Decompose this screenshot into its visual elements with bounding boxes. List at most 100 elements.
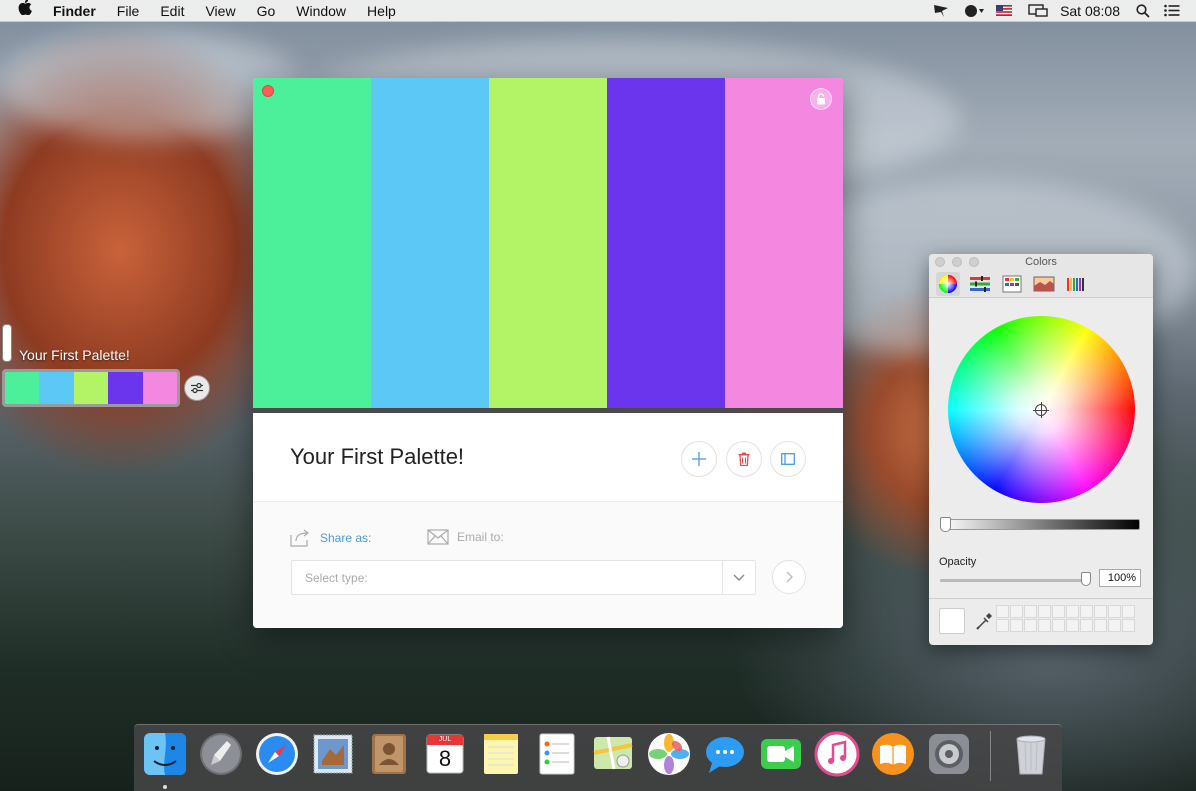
- safari-icon[interactable]: [254, 731, 300, 777]
- empty-swatch[interactable]: [1094, 619, 1107, 632]
- menu-help[interactable]: Help: [367, 3, 396, 19]
- sliders-icon: [191, 382, 203, 394]
- empty-swatch[interactable]: [1010, 605, 1023, 618]
- select-divider: [722, 561, 723, 594]
- opacity-slider-knob[interactable]: [1081, 572, 1091, 586]
- eyedropper-icon[interactable]: [975, 611, 993, 631]
- notes-icon[interactable]: [478, 731, 524, 777]
- sidebar-swatch-3[interactable]: [73, 372, 109, 404]
- ibooks-icon[interactable]: [870, 731, 916, 777]
- palette-app-status-icon[interactable]: [932, 4, 950, 18]
- itunes-icon[interactable]: [814, 731, 860, 777]
- color-wheel-tab[interactable]: [936, 272, 960, 296]
- add-color-button[interactable]: [681, 441, 717, 477]
- menu-view[interactable]: View: [205, 3, 235, 19]
- palette-swatch-3[interactable]: [489, 78, 607, 408]
- menu-app-name[interactable]: Finder: [53, 3, 96, 19]
- spotlight-search-icon[interactable]: [1136, 4, 1150, 18]
- palette-swatch-4[interactable]: [607, 78, 725, 408]
- sidebar-swatch-1[interactable]: [5, 372, 40, 404]
- messages-icon[interactable]: [702, 731, 748, 777]
- system-preferences-icon[interactable]: [926, 731, 972, 777]
- empty-swatch[interactable]: [1024, 619, 1037, 632]
- sidebar-palette-strip[interactable]: [2, 369, 180, 407]
- empty-swatch[interactable]: [1010, 619, 1023, 632]
- trash-can-icon[interactable]: [1008, 731, 1054, 777]
- empty-swatch[interactable]: [1052, 605, 1065, 618]
- color-wheel-icon: [939, 275, 957, 293]
- pencils-tab[interactable]: [1064, 272, 1088, 296]
- email-to-option[interactable]: Email to:: [427, 529, 504, 545]
- empty-swatch[interactable]: [1080, 605, 1093, 618]
- empty-swatch[interactable]: [1038, 605, 1051, 618]
- empty-swatch[interactable]: [1122, 619, 1135, 632]
- color-picker-crosshair[interactable]: [1033, 402, 1049, 418]
- plus-icon: [692, 452, 706, 466]
- reminders-icon[interactable]: [534, 731, 580, 777]
- user-status-icon[interactable]: [964, 4, 985, 18]
- image-palettes-tab[interactable]: [1032, 272, 1056, 296]
- empty-swatch[interactable]: [1122, 605, 1135, 618]
- lock-button[interactable]: [810, 88, 832, 110]
- photos-icon[interactable]: [646, 731, 692, 777]
- brightness-slider[interactable]: [941, 519, 1140, 530]
- palette-title[interactable]: Your First Palette!: [290, 444, 464, 470]
- chevron-down-icon: [733, 574, 745, 581]
- maps-icon[interactable]: [590, 731, 636, 777]
- opacity-slider[interactable]: [940, 579, 1088, 582]
- palette-swatch-5[interactable]: [725, 78, 843, 408]
- color-sliders-tab[interactable]: [968, 272, 992, 296]
- launchpad-icon[interactable]: [198, 731, 244, 777]
- swatch-divider-bar: [253, 408, 843, 413]
- calendar-icon[interactable]: JUL 8: [422, 731, 468, 777]
- brightness-slider-knob[interactable]: [940, 517, 951, 532]
- empty-swatch[interactable]: [996, 619, 1009, 632]
- opacity-value-field[interactable]: 100%: [1099, 569, 1141, 587]
- toggle-sidebar-button[interactable]: [770, 441, 806, 477]
- sidebar-swatch-5[interactable]: [142, 372, 177, 404]
- colors-panel-divider: [929, 598, 1153, 599]
- empty-swatch[interactable]: [1080, 619, 1093, 632]
- empty-swatch[interactable]: [996, 605, 1009, 618]
- menu-bar: Finder File Edit View Go Window Help Sat…: [0, 0, 1196, 22]
- empty-swatch[interactable]: [1066, 619, 1079, 632]
- empty-swatch[interactable]: [1066, 605, 1079, 618]
- menu-file[interactable]: File: [117, 3, 140, 19]
- palette-settings-button[interactable]: [184, 375, 210, 401]
- opacity-label: Opacity: [939, 556, 977, 568]
- menu-window[interactable]: Window: [296, 3, 346, 19]
- empty-swatch[interactable]: [1108, 605, 1121, 618]
- apple-menu-icon[interactable]: [18, 0, 34, 22]
- custom-swatch-grid[interactable]: [996, 605, 1135, 632]
- empty-swatch[interactable]: [1024, 605, 1037, 618]
- share-type-select[interactable]: Select type:: [291, 560, 756, 595]
- sidebar-swatch-4[interactable]: [108, 372, 143, 404]
- menu-clock[interactable]: Sat 08:08: [1060, 3, 1120, 19]
- contacts-icon[interactable]: [366, 731, 412, 777]
- palette-swatch-2[interactable]: [371, 78, 489, 408]
- menu-go[interactable]: Go: [257, 3, 276, 19]
- share-as-option[interactable]: Share as:: [290, 529, 371, 547]
- colors-panel-titlebar: Colors: [929, 254, 1153, 298]
- empty-swatch[interactable]: [1108, 619, 1121, 632]
- empty-swatch[interactable]: [1038, 619, 1051, 632]
- empty-swatch[interactable]: [1094, 605, 1107, 618]
- share-as-label: Share as:: [320, 531, 372, 545]
- window-close-button[interactable]: [262, 85, 274, 97]
- facetime-icon[interactable]: [758, 731, 804, 777]
- current-color-well[interactable]: [939, 608, 965, 634]
- finder-icon[interactable]: [142, 731, 188, 777]
- share-go-button[interactable]: [772, 560, 806, 594]
- palette-swatch-1[interactable]: [253, 78, 371, 408]
- us-flag-icon[interactable]: [996, 4, 1014, 18]
- notification-center-icon[interactable]: [1164, 4, 1182, 18]
- menu-edit[interactable]: Edit: [160, 3, 184, 19]
- sidebar-drag-handle[interactable]: [2, 324, 12, 362]
- sidebar-swatch-2[interactable]: [39, 372, 74, 404]
- empty-swatch[interactable]: [1052, 619, 1065, 632]
- airplay-display-icon[interactable]: [1028, 4, 1048, 18]
- mail-icon[interactable]: [310, 731, 356, 777]
- color-palettes-tab[interactable]: [1000, 272, 1024, 296]
- share-icon: [290, 529, 309, 547]
- delete-palette-button[interactable]: [726, 441, 762, 477]
